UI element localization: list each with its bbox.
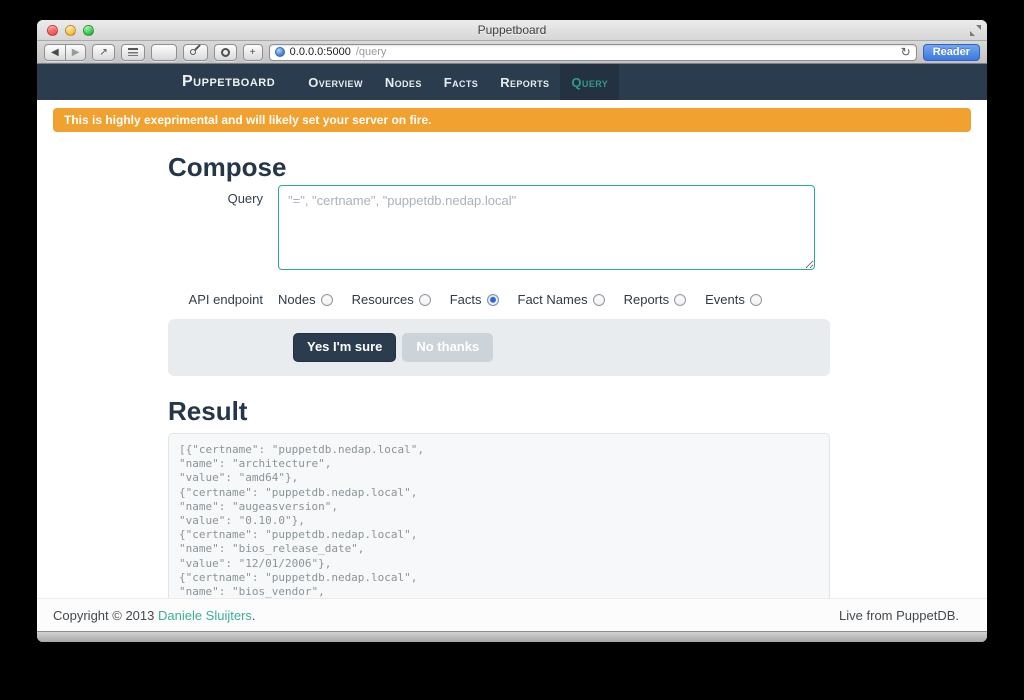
url-host: 0.0.0.0:5000 (290, 46, 351, 58)
reader-button[interactable]: Reader (923, 44, 980, 61)
endpoint-option-label: Nodes (278, 292, 316, 307)
confirm-button[interactable]: Yes I'm sure (293, 333, 396, 361)
endpoint-option-facts[interactable]: Facts (450, 292, 499, 307)
radio-icon[interactable] (674, 294, 686, 306)
query-label: Query (168, 185, 278, 270)
endpoint-option-label: Facts (450, 292, 482, 307)
compose-heading: Compose (168, 152, 830, 183)
endpoint-option-resources[interactable]: Resources (352, 292, 431, 307)
endpoint-option-label: Resources (352, 292, 414, 307)
main-container: Compose Query "=", "certname", "puppetdb… (168, 152, 830, 598)
app-navbar: Puppetboard Overview Nodes Facts Reports… (37, 64, 987, 100)
result-heading: Result (168, 396, 830, 427)
cancel-button[interactable]: No thanks (402, 333, 493, 361)
traffic-lights (47, 25, 94, 36)
window-title: Puppetboard (478, 23, 547, 37)
nav-item-facts[interactable]: Facts (433, 64, 489, 100)
blank-toolbar-button[interactable] (151, 44, 177, 61)
refresh-icon[interactable]: ↻ (901, 46, 911, 58)
radio-icon[interactable] (321, 294, 333, 306)
back-icon: ◀ (51, 47, 59, 58)
browser-toolbar: ◀ ▶ ↗ + 0.0.0.0:5000 /query ↻ Reader (37, 41, 987, 64)
radio-icon[interactable] (419, 294, 431, 306)
endpoint-option-label: Reports (624, 292, 670, 307)
new-tab-button[interactable]: + (243, 44, 263, 61)
query-form-row: Query "=", "certname", "puppetdb.nedap.l… (168, 185, 830, 270)
browser-window: Puppetboard ◀ ▶ ↗ + 0.0.0.0:5000 /query … (37, 20, 987, 642)
footer-right-text: Live from PuppetDB. (839, 608, 959, 623)
close-window-button[interactable] (47, 25, 58, 36)
navbar-brand[interactable]: Puppetboard (182, 64, 275, 100)
api-endpoint-label: API endpoint (168, 286, 278, 307)
extension-button[interactable] (214, 44, 237, 61)
radio-checked-icon[interactable] (487, 294, 499, 306)
confirm-panel: Yes I'm sure No thanks (168, 319, 830, 376)
author-link[interactable]: Daniele Sluijters (158, 608, 252, 623)
forward-icon: ▶ (72, 47, 80, 58)
footer: Copyright © 2013 Daniele Sluijters. Live… (37, 598, 987, 631)
nav-item-reports[interactable]: Reports (489, 64, 560, 100)
nav-item-overview[interactable]: Overview (297, 64, 374, 100)
copyright-text: Copyright © 2013 Daniele Sluijters. (53, 608, 256, 623)
result-output: [{"certname": "puppetdb.nedap.local", "n… (168, 433, 830, 598)
radio-icon[interactable] (750, 294, 762, 306)
zoom-window-button[interactable] (83, 25, 94, 36)
ring-icon (221, 48, 230, 57)
history-nav-group: ◀ ▶ (44, 44, 86, 61)
share-button[interactable]: ↗ (92, 44, 114, 61)
warning-banner: This is highly exeprimental and will lik… (53, 108, 971, 132)
query-input[interactable]: "=", "certname", "puppetdb.nedap.local" (278, 185, 815, 270)
radio-icon[interactable] (593, 294, 605, 306)
nav-item-query[interactable]: Query (560, 64, 619, 100)
reading-list-icon (128, 48, 138, 56)
page-content: This is highly exeprimental and will lik… (37, 100, 987, 598)
nav-item-nodes[interactable]: Nodes (374, 64, 433, 100)
endpoint-option-fact-names[interactable]: Fact Names (518, 292, 605, 307)
endpoint-option-label: Fact Names (518, 292, 588, 307)
endpoint-form-row: API endpoint Nodes Resources Facts Fact … (168, 286, 830, 307)
address-bar[interactable]: 0.0.0.0:5000 /query ↻ (269, 44, 917, 61)
share-icon: ↗ (99, 47, 107, 58)
copyright-prefix: Copyright © 2013 (53, 608, 158, 623)
endpoint-radio-group: Nodes Resources Facts Fact Names Reports… (278, 286, 762, 307)
copyright-suffix: . (252, 608, 256, 623)
endpoint-option-label: Events (705, 292, 745, 307)
back-button[interactable]: ◀ (44, 44, 65, 61)
password-extension-button[interactable] (183, 44, 208, 61)
url-path: /query (356, 46, 387, 58)
minimize-window-button[interactable] (65, 25, 76, 36)
forward-button[interactable]: ▶ (65, 44, 87, 61)
plus-icon: + (250, 47, 256, 58)
endpoint-option-nodes[interactable]: Nodes (278, 292, 333, 307)
key-icon (189, 48, 197, 56)
reading-list-button[interactable] (121, 44, 145, 61)
endpoint-option-reports[interactable]: Reports (624, 292, 687, 307)
window-bottom-strip (37, 631, 987, 642)
titlebar: Puppetboard (37, 20, 987, 41)
fullscreen-icon[interactable] (970, 25, 981, 36)
globe-favicon-icon (275, 47, 285, 57)
endpoint-option-events[interactable]: Events (705, 292, 762, 307)
